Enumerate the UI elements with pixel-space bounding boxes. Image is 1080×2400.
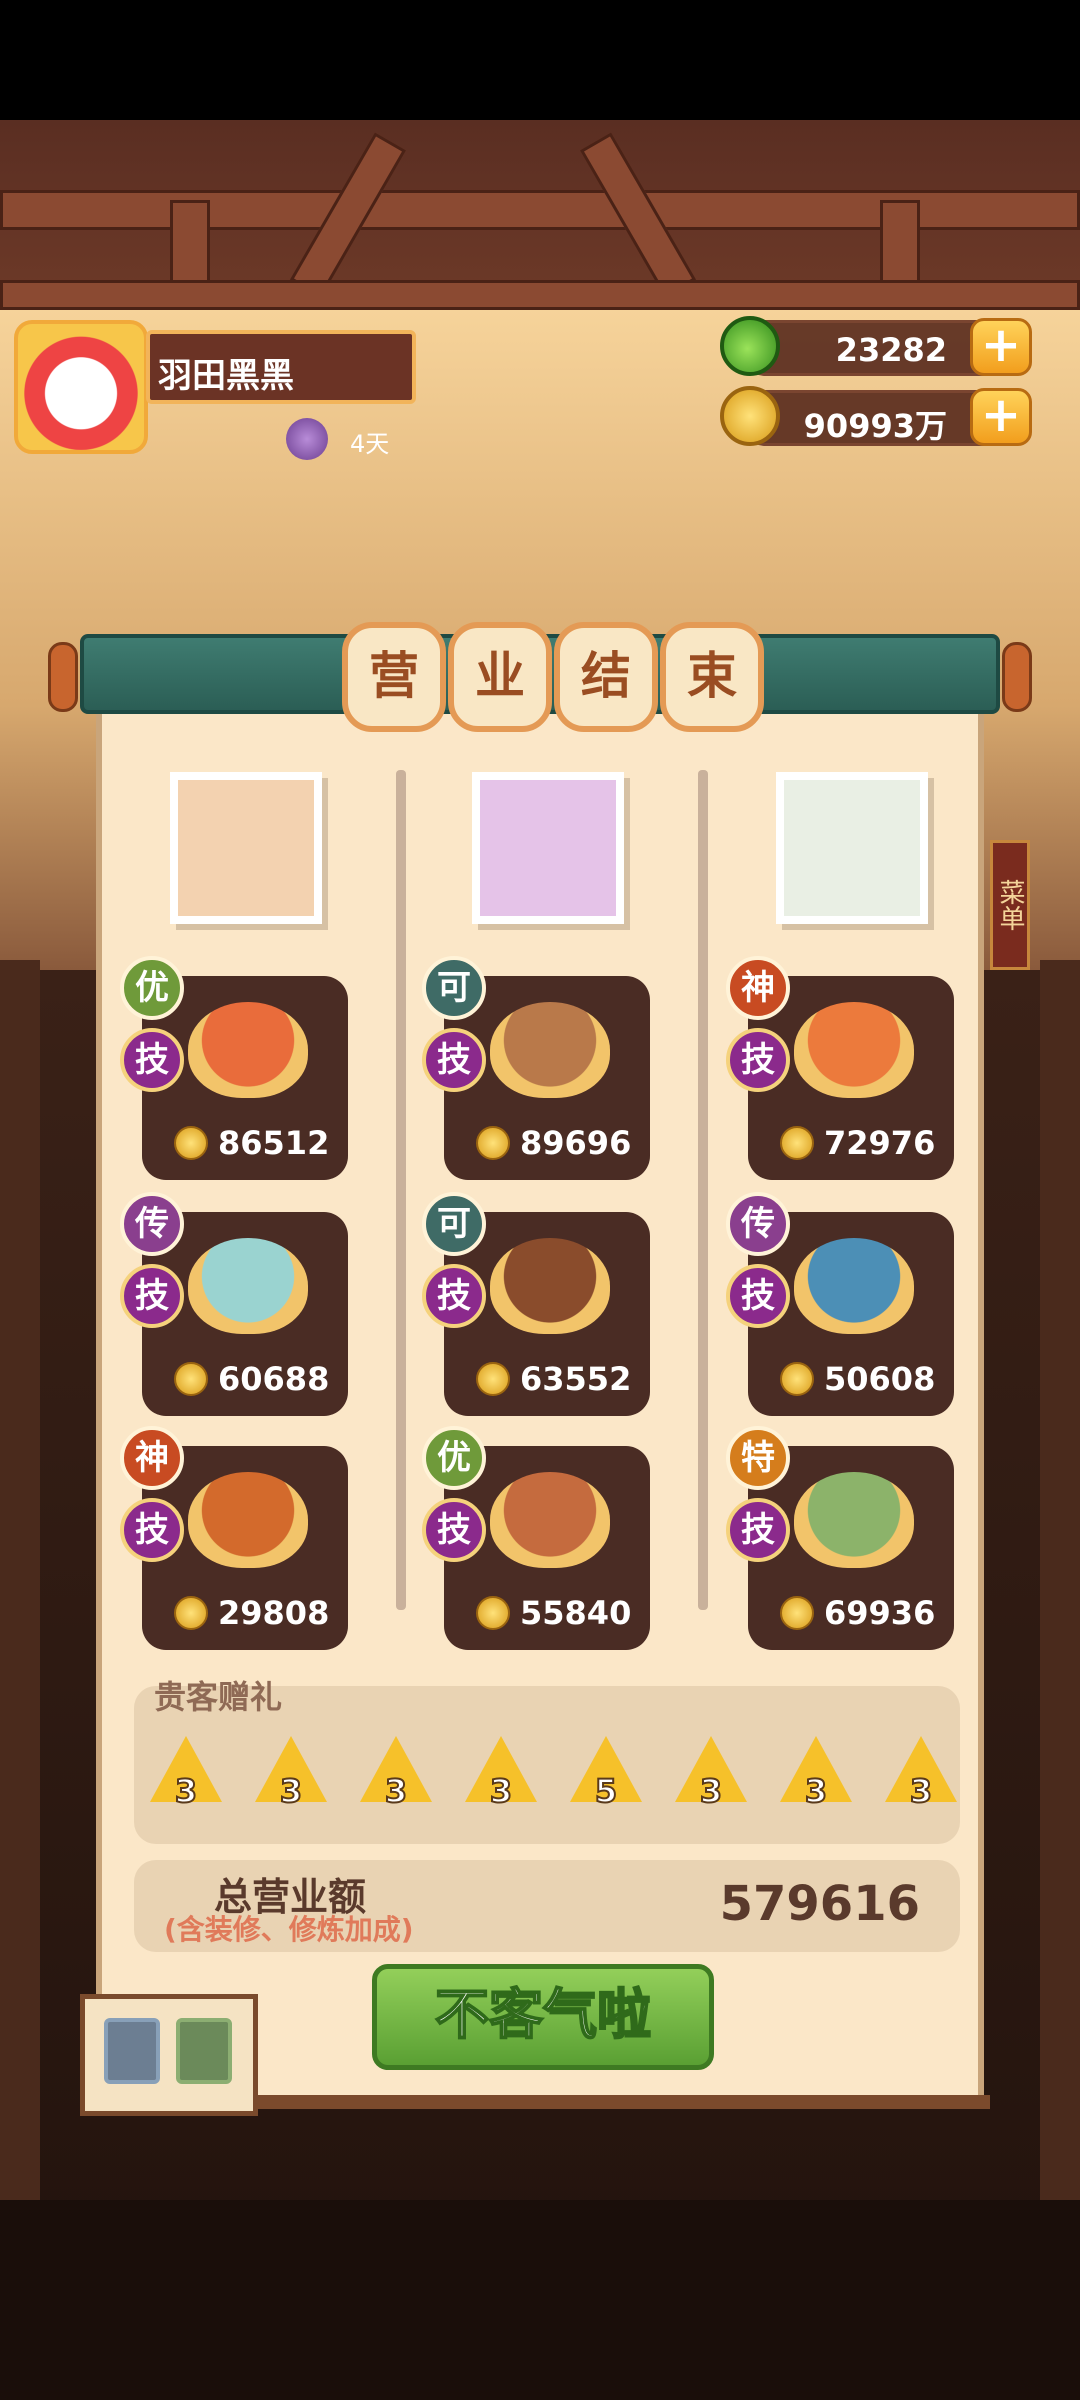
coin-icon [476,1596,510,1630]
gift-count: 5 [594,1771,618,1811]
streak-icon [286,418,328,460]
dish-rank-badge: 可 [422,956,486,1020]
coin-icon [174,1362,208,1396]
coin-icon [780,1362,814,1396]
gift-item: 5 [570,1736,642,1811]
dish-revenue: 55840 [520,1594,632,1632]
skill-badge: 技 [422,1028,486,1092]
coin-icon [780,1596,814,1630]
dish-revenue: 86512 [218,1124,330,1162]
dish-revenue: 50608 [824,1360,936,1398]
skill-badge: 技 [726,1028,790,1092]
chef-portrait[interactable] [472,772,624,924]
skill-badge: 技 [120,1264,184,1328]
dish-revenue: 29808 [218,1594,330,1632]
skill-badge: 技 [120,1498,184,1562]
gift-item: 3 [675,1736,747,1811]
dish-rank-badge: 可 [422,1192,486,1256]
streak-days: 4天 [350,430,390,458]
gift-count: 3 [699,1771,723,1811]
dish-revenue: 89696 [520,1124,632,1162]
dish-image [490,1238,610,1334]
gift-item: 3 [150,1736,222,1811]
roof-beams [0,120,1080,310]
dish-image [794,1238,914,1334]
coin-icon [174,1126,208,1160]
coin-icon [174,1596,208,1630]
right-pillar [1040,960,1080,2210]
total-revenue-note: (含装修、修炼加成) [164,1913,414,1946]
scroll-right-cap [1002,642,1032,712]
dish-image [490,1002,610,1098]
chef-portrait[interactable] [776,772,928,924]
coin-icon [476,1126,510,1160]
coin-icon [780,1126,814,1160]
gift-item: 3 [885,1736,957,1811]
coin-icon [476,1362,510,1396]
gift-count: 3 [909,1771,933,1811]
dish-image [794,1002,914,1098]
dish-image [794,1472,914,1568]
coin-icon [720,386,780,446]
gift-item: 3 [360,1736,432,1811]
scroll-left-cap [48,642,78,712]
title-char-2: 业 [448,622,552,732]
dish-image [188,1002,308,1098]
vip-gift-title: 贵客赠礼 [154,1678,283,1716]
dish-revenue: 72976 [824,1124,936,1162]
gift-count: 3 [174,1771,198,1811]
gift-count: 3 [489,1771,513,1811]
total-revenue-value: 579616 [719,1876,920,1932]
title-char-3: 结 [554,622,658,732]
dish-rank-badge: 神 [726,956,790,1020]
dish-revenue: 63552 [520,1360,632,1398]
title-char-1: 营 [342,622,446,732]
add-jade-button[interactable]: + [970,318,1032,376]
menu-tag[interactable]: 菜单 [990,840,1030,970]
dish-rank-badge: 特 [726,1426,790,1490]
skill-badge: 技 [726,1264,790,1328]
bottom-background [0,2200,1080,2400]
gift-count: 3 [279,1771,303,1811]
chef-portrait[interactable] [170,772,322,924]
dish-revenue: 60688 [218,1360,330,1398]
dish-rank-badge: 传 [120,1192,184,1256]
dish-rank-badge: 传 [726,1192,790,1256]
left-pillar [0,960,40,2210]
gear-tool-icon[interactable] [104,2018,160,2084]
column-divider [396,770,406,1610]
gift-count: 3 [384,1771,408,1811]
skill-badge: 技 [422,1264,486,1328]
jade-icon [720,316,780,376]
skill-badge: 技 [120,1028,184,1092]
gift-item: 3 [465,1736,537,1811]
coin-amount: 90993万 [803,407,947,445]
dish-rank-badge: 优 [120,956,184,1020]
jade-amount: 23282 [835,331,947,369]
title-char-4: 束 [660,622,764,732]
player-name: 羽田黑黑 [146,330,416,404]
player-avatar[interactable] [14,320,148,454]
skill-badge: 技 [422,1498,486,1562]
dish-revenue: 69936 [824,1594,936,1632]
dish-image [490,1472,610,1568]
dish-image [188,1472,308,1568]
gift-count: 3 [804,1771,828,1811]
gear-tool-icon-2[interactable] [176,2018,232,2084]
column-divider [698,770,708,1610]
dish-image [188,1238,308,1334]
gift-item: 3 [780,1736,852,1811]
confirm-button[interactable]: 不客气啦 [372,1964,714,2070]
dish-rank-badge: 优 [422,1426,486,1490]
dish-rank-badge: 神 [120,1426,184,1490]
add-coins-button[interactable]: + [970,388,1032,446]
gift-item: 3 [255,1736,327,1811]
skill-badge: 技 [726,1498,790,1562]
